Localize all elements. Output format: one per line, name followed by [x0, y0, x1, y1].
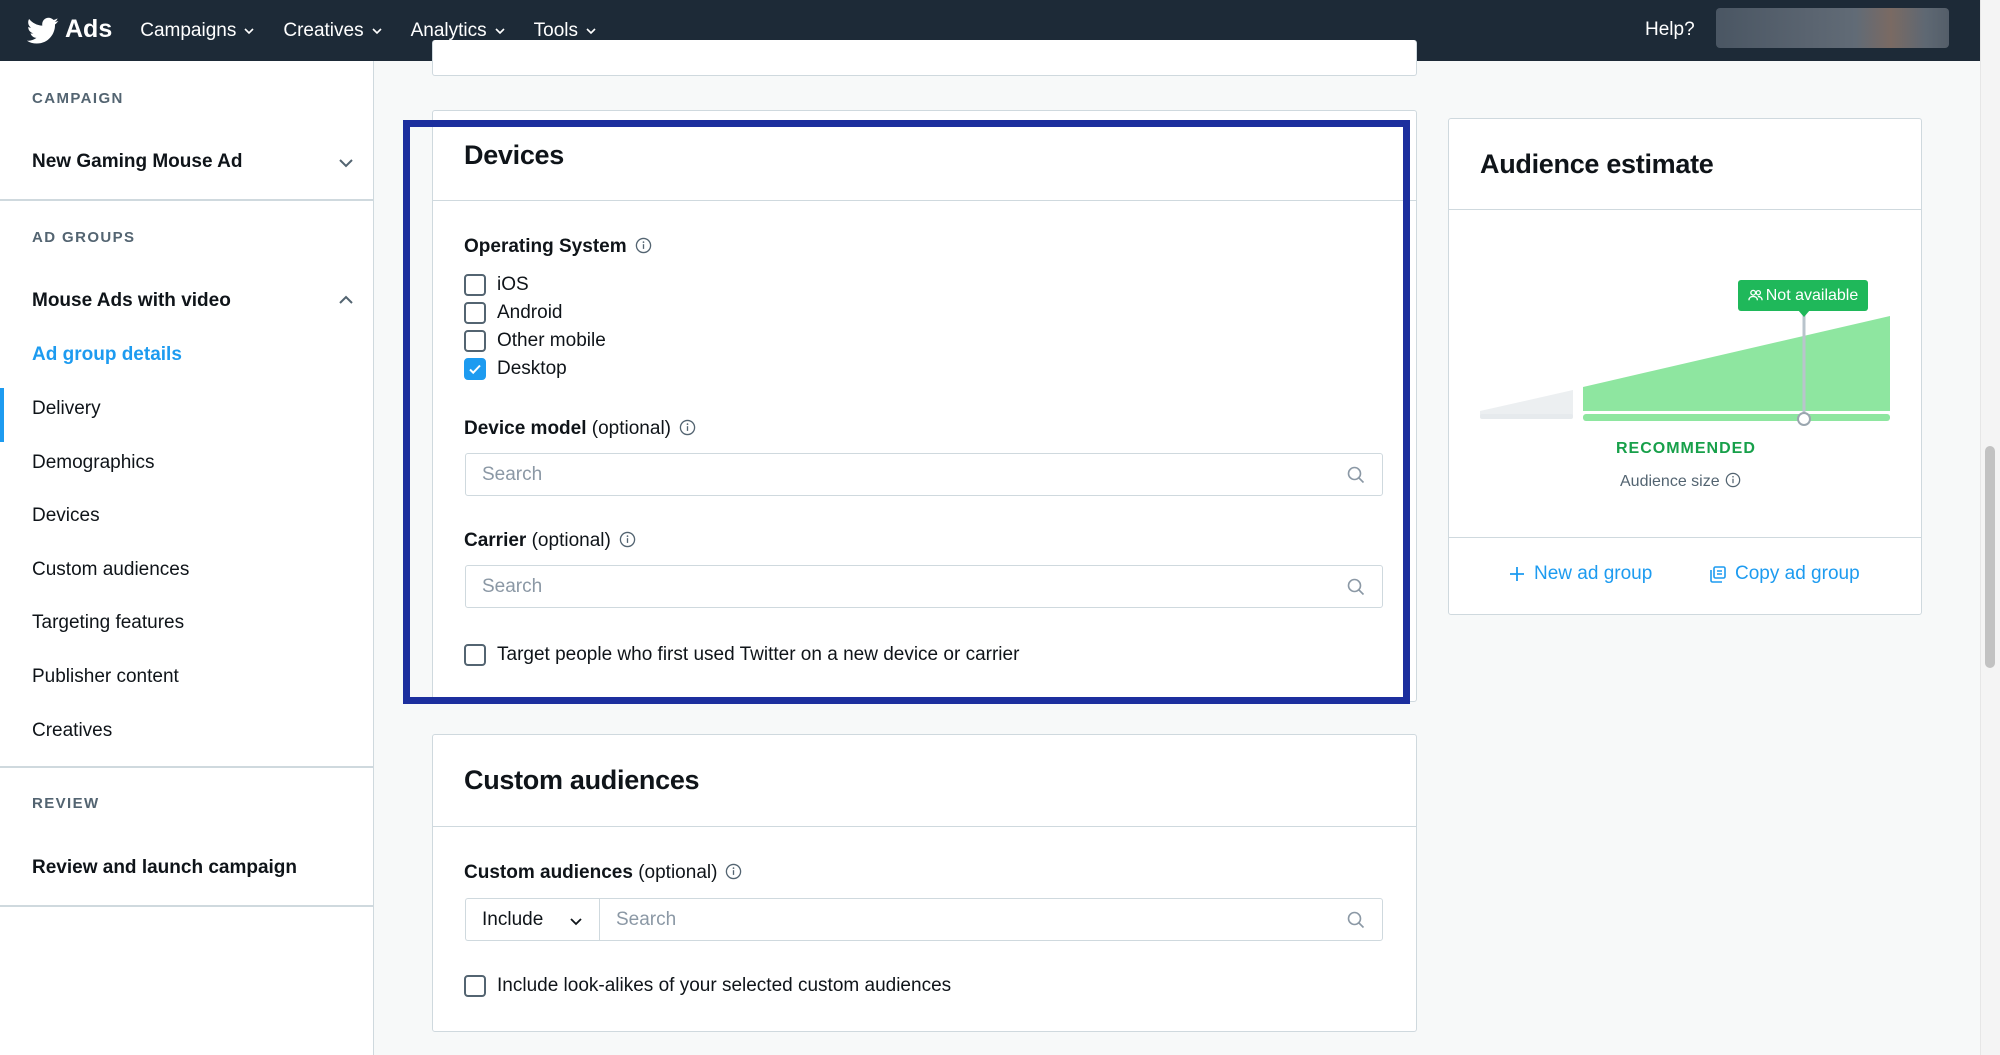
info-icon[interactable]: [725, 863, 742, 880]
custom-audiences-search[interactable]: [599, 898, 1383, 941]
sidebar-divider: [0, 766, 374, 768]
chevron-down-icon: [372, 27, 382, 34]
chevron-down-icon: [570, 918, 582, 926]
audience-chart-low-segment: [1480, 390, 1573, 416]
sidebar-divider: [0, 199, 374, 201]
chevron-down-icon: [495, 27, 505, 34]
campaign-name[interactable]: New Gaming Mouse Ad: [32, 151, 242, 173]
sidebar-item-demographics[interactable]: Demographics: [32, 452, 155, 474]
sidebar-item-custom-audiences[interactable]: Custom audiences: [32, 559, 189, 581]
sidebar-item-delivery[interactable]: Delivery: [32, 398, 101, 420]
new-ad-group-button[interactable]: New ad group: [1508, 563, 1652, 585]
copy-icon: [1710, 566, 1726, 583]
include-select-value: Include: [482, 908, 544, 930]
audience-chart-baseline-right: [1583, 414, 1890, 421]
custom-audiences-field-label: Custom audiences (optional): [464, 862, 742, 884]
custom-audiences-search-input[interactable]: [600, 908, 1346, 931]
not-available-text: Not available: [1765, 286, 1859, 304]
info-icon[interactable]: [1725, 472, 1741, 488]
sidebar-divider: [0, 905, 374, 907]
audience-chart-baseline-left: [1480, 414, 1573, 419]
ad-groups-section-heading: AD GROUPS: [32, 229, 136, 246]
devices-highlight-frame: [403, 120, 1410, 704]
search-icon: [1347, 911, 1365, 928]
lookalike-option[interactable]: Include look-alikes of your selected cus…: [464, 975, 951, 997]
nav-creatives-menu[interactable]: Creatives: [283, 20, 382, 42]
chevron-up-icon[interactable]: [337, 291, 355, 309]
nav-tools-menu[interactable]: Tools: [534, 20, 597, 42]
page-scrollbar-thumb[interactable]: [1985, 446, 1995, 668]
review-section-heading: REVIEW: [32, 795, 100, 812]
custom-audiences-title: Custom audiences: [464, 765, 700, 795]
recommended-label: RECOMMENDED: [1616, 440, 1756, 457]
nav-campaigns-menu[interactable]: Campaigns: [140, 20, 255, 42]
ad-group-name[interactable]: Mouse Ads with video: [32, 290, 231, 312]
badge-pointer: [1798, 310, 1810, 317]
audience-size-label: Audience size: [1620, 472, 1741, 491]
twitter-bird-icon: [27, 17, 59, 44]
twitter-ads-logo[interactable]: Ads: [27, 14, 113, 45]
include-exclude-select[interactable]: Include: [465, 898, 600, 941]
copy-ad-group-label: Copy ad group: [1735, 563, 1860, 584]
nav-analytics-label: Analytics: [410, 19, 487, 41]
campaign-section-heading: CAMPAIGN: [32, 90, 124, 107]
audience-chart-recommended-segment: [1583, 316, 1890, 411]
audience-size-text: Audience size: [1620, 473, 1720, 490]
account-switcher[interactable]: [1716, 8, 1949, 48]
nav-creatives-label: Creatives: [283, 19, 364, 41]
sidebar-item-ad-group-details[interactable]: Ad group details: [32, 344, 182, 366]
audience-size-chart: [1480, 314, 1890, 426]
custom-audiences-header-divider: [433, 826, 1416, 827]
help-link[interactable]: Help?: [1645, 19, 1695, 41]
sidebar-item-devices[interactable]: Devices: [32, 505, 100, 527]
campaign-sidebar: CAMPAIGN New Gaming Mouse Ad AD GROUPS M…: [0, 61, 374, 1055]
nav-campaigns-label: Campaigns: [140, 19, 237, 41]
chevron-down-icon[interactable]: [337, 154, 355, 172]
lookalike-label: Include look-alikes of your selected cus…: [497, 975, 952, 996]
chevron-down-icon: [586, 27, 596, 34]
audience-estimate-title: Audience estimate: [1480, 149, 1714, 179]
active-item-indicator: [0, 388, 4, 442]
custom-audiences-optional: (optional): [638, 862, 718, 883]
nav-analytics-menu[interactable]: Analytics: [411, 20, 506, 42]
custom-audiences-label-text: Custom audiences: [464, 862, 633, 883]
nav-tools-label: Tools: [533, 19, 578, 41]
audience-chart-marker-handle[interactable]: [1797, 412, 1811, 426]
plus-icon: [1510, 567, 1524, 581]
sidebar-item-review-launch[interactable]: Review and launch campaign: [32, 857, 297, 879]
people-icon: [1748, 289, 1763, 301]
sidebar-item-publisher-content[interactable]: Publisher content: [32, 666, 179, 688]
brand-label: Ads: [65, 14, 113, 43]
previous-section-card: [432, 40, 1417, 76]
not-available-badge: Not available: [1738, 280, 1868, 311]
copy-ad-group-button[interactable]: Copy ad group: [1709, 563, 1860, 585]
new-ad-group-label: New ad group: [1534, 563, 1653, 584]
lookalike-checkbox[interactable]: [464, 975, 486, 997]
sidebar-item-creatives[interactable]: Creatives: [32, 720, 112, 742]
audience-footer-divider: [1449, 537, 1921, 538]
sidebar-item-targeting-features[interactable]: Targeting features: [32, 612, 184, 634]
chevron-down-icon: [244, 27, 254, 34]
audience-header-divider: [1449, 209, 1921, 210]
